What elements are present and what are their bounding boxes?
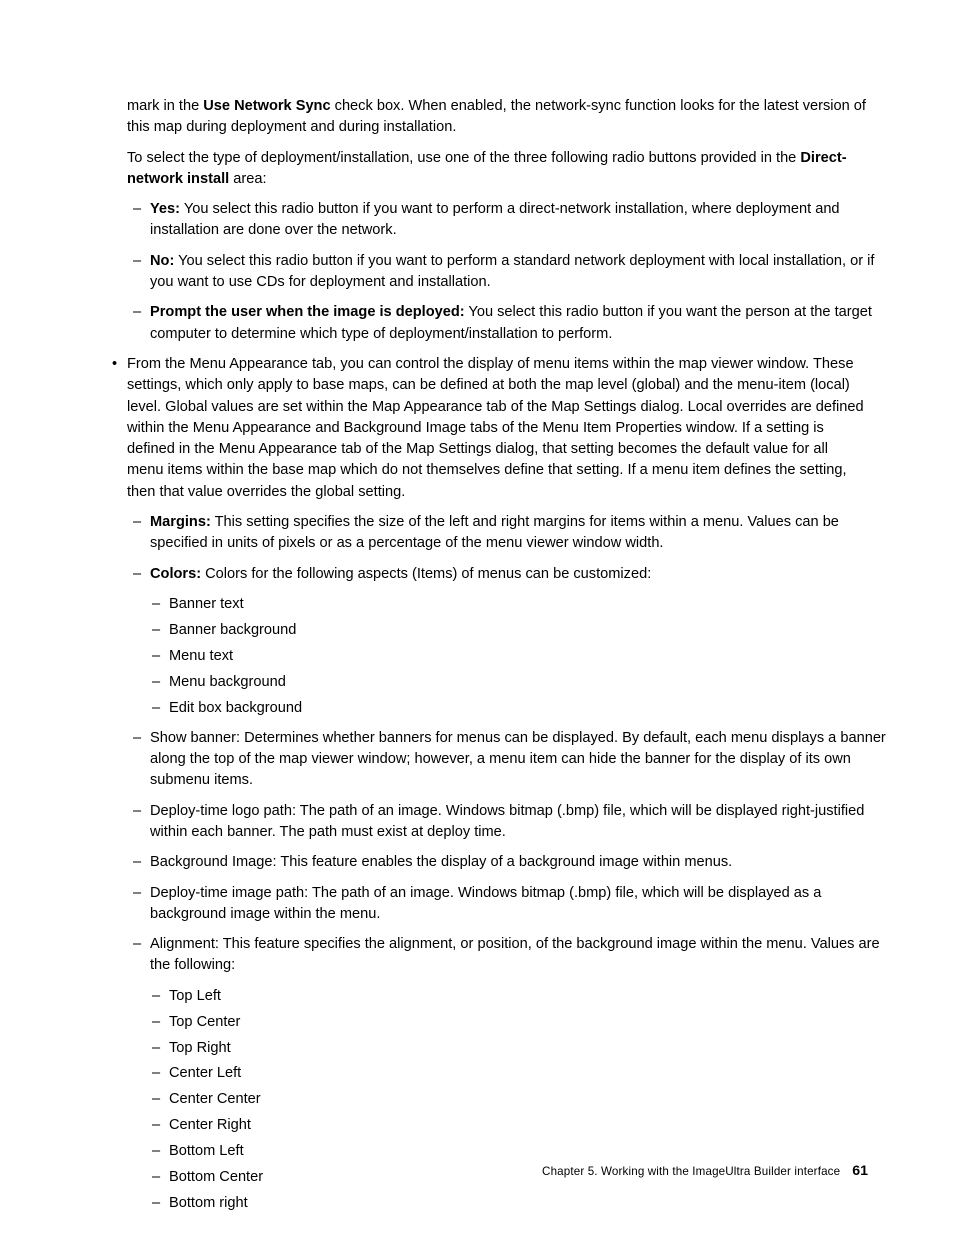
list-item-text: Alignment: This feature specifies the al… bbox=[150, 936, 880, 974]
list-item: – Top Left bbox=[108, 986, 868, 1007]
list-item: – Edit box background bbox=[108, 698, 868, 719]
paragraph-text-post: area: bbox=[229, 170, 267, 187]
paragraph-text-pre: To select the type of deployment/install… bbox=[127, 149, 801, 166]
colors-aspect-list: – Banner text – Banner background – Menu te… bbox=[108, 594, 868, 719]
list-item-text: You select this radio button if you want… bbox=[150, 252, 875, 291]
list-item-text: Top Center bbox=[169, 1013, 241, 1030]
dash-marker-icon: – bbox=[133, 304, 142, 321]
dash-marker-icon: – bbox=[133, 514, 142, 531]
dash-marker-icon: – bbox=[133, 729, 142, 746]
document-page: mark in the Use Network Sync check box. … bbox=[0, 0, 954, 1235]
page-number: 61 bbox=[852, 1163, 868, 1179]
dash-marker-icon: – bbox=[133, 802, 142, 819]
list-item-text: Bottom Left bbox=[169, 1143, 244, 1160]
list-item-text: Background Image: This feature enables t… bbox=[150, 854, 733, 871]
dash-marker-icon: – bbox=[152, 699, 161, 716]
bold-term-use-network-sync: Use Network Sync bbox=[203, 98, 331, 114]
dash-marker-icon: – bbox=[133, 884, 142, 901]
footer-chapter-title: Chapter 5. Working with the ImageUltra B… bbox=[542, 1165, 841, 1178]
list-item-text: Banner text bbox=[169, 595, 244, 612]
list-item-text: Menu text bbox=[169, 647, 234, 664]
dash-marker-icon: – bbox=[152, 647, 161, 664]
list-item: – Yes: You select this radio button if yo… bbox=[108, 199, 886, 242]
dash-marker-icon: – bbox=[133, 201, 142, 218]
list-item: – Banner text bbox=[108, 594, 868, 615]
list-item-label: Prompt the user when the image is deploy… bbox=[150, 304, 465, 321]
list-item: – No: You select this radio button if you… bbox=[108, 251, 886, 294]
list-item-label: No: bbox=[150, 252, 175, 269]
list-item: – Banner background bbox=[108, 620, 868, 641]
list-item-text: Banner background bbox=[169, 621, 297, 638]
list-item-show-banner: – Show banner: Determines whether banners… bbox=[108, 728, 886, 792]
list-item: – Center Right bbox=[108, 1115, 868, 1136]
list-item-text: Edit box background bbox=[169, 699, 303, 716]
list-item-text: Colors for the following aspects (Items)… bbox=[201, 565, 652, 582]
dash-marker-icon: – bbox=[152, 1013, 161, 1030]
list-item-text: Center Left bbox=[169, 1065, 242, 1082]
dash-marker-icon: – bbox=[152, 987, 161, 1004]
dash-marker-icon: – bbox=[152, 1194, 161, 1211]
list-item: – Top Center bbox=[108, 1012, 868, 1033]
list-item: – Center Center bbox=[108, 1089, 868, 1110]
list-item-label: Yes: bbox=[150, 201, 181, 218]
list-item-text: Menu background bbox=[169, 673, 286, 690]
dash-marker-icon: – bbox=[152, 621, 161, 638]
dash-marker-icon: – bbox=[152, 1117, 161, 1134]
dash-marker-icon: – bbox=[152, 595, 161, 612]
paragraph-text-pre: mark in the bbox=[127, 98, 204, 114]
menu-appearance-settings-list: – Show banner: Determines whether banners… bbox=[108, 728, 886, 977]
dash-marker-icon: – bbox=[133, 565, 142, 582]
list-item-colors: – Colors: Colors for the following aspect… bbox=[108, 564, 886, 585]
list-item-text: This setting specifies the size of the l… bbox=[150, 514, 839, 552]
paragraph-use-network-sync: mark in the Use Network Sync check box. … bbox=[108, 96, 868, 139]
list-item: – Center Left bbox=[108, 1063, 868, 1084]
list-item-text: Deploy-time logo path: The path of an im… bbox=[150, 802, 865, 840]
list-item-text: Bottom right bbox=[169, 1194, 248, 1211]
dash-marker-icon: – bbox=[152, 1143, 161, 1160]
list-item-label: Margins: bbox=[150, 514, 211, 531]
dash-marker-icon: – bbox=[152, 1039, 161, 1056]
list-item: – Menu background bbox=[108, 672, 868, 693]
list-item-text: Center Right bbox=[169, 1117, 251, 1134]
list-item-background-image: – Background Image: This feature enables … bbox=[108, 852, 886, 873]
list-item-label: Colors: bbox=[150, 565, 202, 582]
radio-button-list: – Yes: You select this radio button if yo… bbox=[108, 199, 874, 345]
list-item-alignment: – Alignment: This feature specifies the a… bbox=[108, 934, 886, 977]
page-footer: Chapter 5. Working with the ImageUltra B… bbox=[0, 1163, 868, 1180]
paragraph-deployment-type: To select the type of deployment/install… bbox=[108, 148, 868, 191]
list-item-text: Top Right bbox=[169, 1039, 231, 1056]
list-item-deploy-time-image-path: – Deploy-time image path: The path of an … bbox=[108, 883, 886, 926]
list-item-text: Top Left bbox=[169, 987, 221, 1004]
list-item: – Top Right bbox=[108, 1038, 868, 1059]
bullet-marker-icon: • bbox=[112, 355, 118, 372]
page-content: mark in the Use Network Sync check box. … bbox=[108, 96, 886, 1223]
list-item: – Bottom right bbox=[108, 1193, 868, 1214]
list-item-margins: – Margins: This setting specifies the siz… bbox=[108, 512, 886, 555]
list-item: – Prompt the user when the image is deplo… bbox=[108, 302, 886, 345]
bullet-item-text: From the Menu Appearance tab, you can co… bbox=[127, 355, 864, 500]
bullet-item-menu-appearance: • From the Menu Appearance tab, you can c… bbox=[108, 354, 868, 503]
dash-marker-icon: – bbox=[152, 1091, 161, 1108]
list-item-text: Center Center bbox=[169, 1091, 261, 1108]
dash-marker-icon: – bbox=[133, 252, 142, 269]
list-item-deploy-time-logo-path: – Deploy-time logo path: The path of an i… bbox=[108, 801, 886, 844]
list-item-text: You select this radio button if you want… bbox=[150, 201, 840, 239]
list-item: – Bottom Left bbox=[108, 1141, 868, 1162]
list-item-text: Show banner: Determines whether banners … bbox=[150, 729, 886, 789]
dash-marker-icon: – bbox=[152, 1065, 161, 1082]
list-item-text: Deploy-time image path: The path of an i… bbox=[150, 884, 822, 922]
dash-marker-icon: – bbox=[152, 673, 161, 690]
list-item: – Menu text bbox=[108, 646, 868, 667]
dash-marker-icon: – bbox=[133, 936, 142, 953]
dash-marker-icon: – bbox=[133, 854, 142, 871]
